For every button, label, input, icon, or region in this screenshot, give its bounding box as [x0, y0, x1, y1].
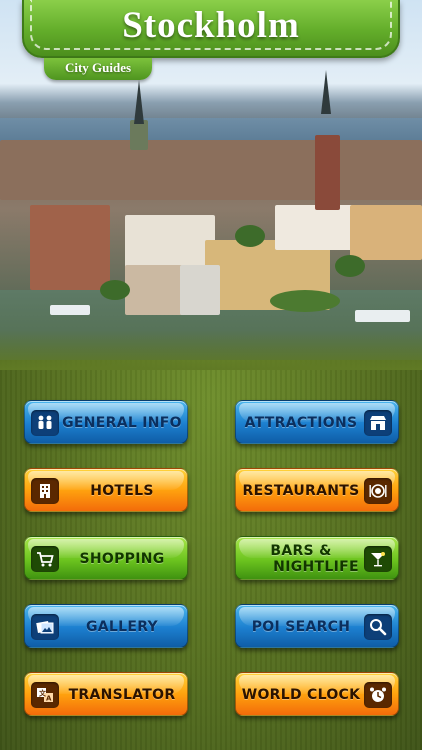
restaurants-button[interactable]: RESTAURANTS [235, 468, 399, 512]
title-banner: Stockholm [22, 0, 400, 58]
hotels-label: HOTELS [90, 483, 154, 499]
people-icon [31, 410, 59, 436]
general-info-label: GENERAL INFO [62, 415, 182, 431]
shopping-button[interactable]: SHOPPING [24, 536, 188, 580]
hotels-button[interactable]: HOTELS [24, 468, 188, 512]
world-clock-button[interactable]: WORLD CLOCK [235, 672, 399, 716]
app-title: Stockholm [122, 5, 300, 46]
plate-cutlery-icon [364, 478, 392, 504]
general-info-button[interactable]: GENERAL INFO [24, 400, 188, 444]
world-clock-label: WORLD CLOCK [241, 687, 361, 703]
bars-nightlife-label-line2: NIGHTLIFE [273, 559, 359, 575]
building-icon [31, 478, 59, 504]
bars-nightlife-label-line1: BARS & [270, 543, 332, 559]
cart-icon [31, 546, 59, 572]
photos-icon [31, 614, 59, 640]
attractions-label: ATTRACTIONS [244, 415, 358, 431]
magnifier-icon [364, 614, 392, 640]
storefront-icon [364, 410, 392, 436]
poi-search-button[interactable]: POI SEARCH [235, 604, 399, 648]
app-subtitle: City Guides [44, 58, 152, 80]
translator-button[interactable]: 文A TRANSLATOR [24, 672, 188, 716]
poi-search-label: POI SEARCH [251, 619, 351, 635]
gallery-button[interactable]: GALLERY [24, 604, 188, 648]
gallery-label: GALLERY [86, 619, 158, 635]
attractions-button[interactable]: ATTRACTIONS [235, 400, 399, 444]
translator-label: TRANSLATOR [68, 687, 176, 703]
shopping-label: SHOPPING [79, 551, 165, 567]
bars-nightlife-label: BARS & NIGHTLIFE [240, 537, 362, 581]
restaurants-label: RESTAURANTS [242, 483, 360, 499]
cocktail-icon [364, 546, 392, 572]
bars-nightlife-button[interactable]: BARS & NIGHTLIFE [235, 536, 399, 580]
alarm-clock-icon [364, 682, 392, 708]
translate-icon: 文A [31, 682, 59, 708]
svg-text:A: A [46, 695, 52, 703]
